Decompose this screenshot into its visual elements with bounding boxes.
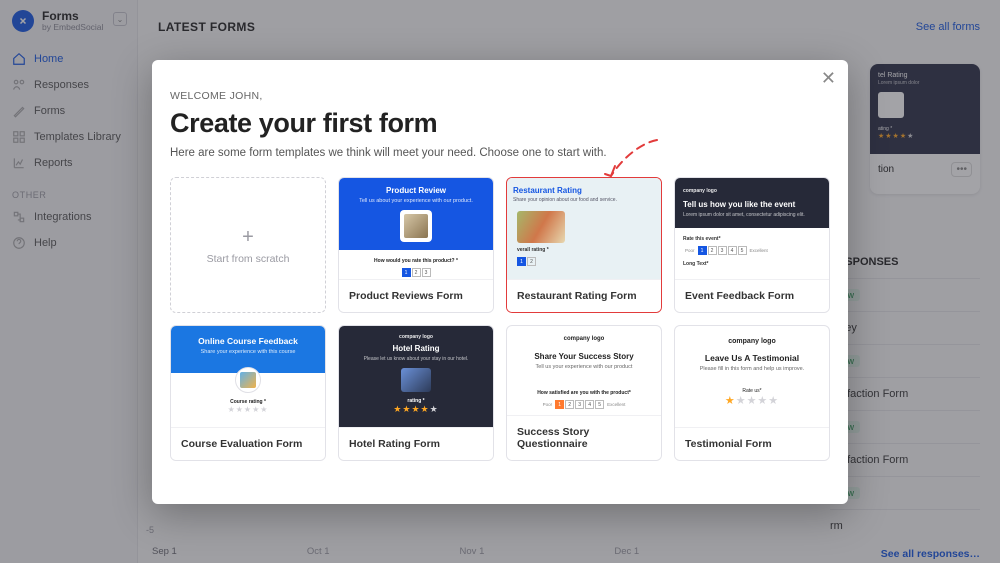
template-label: Restaurant Rating Form (507, 279, 661, 312)
template-scratch[interactable]: + Start from scratch (170, 177, 326, 313)
template-label: Hotel Rating Form (339, 427, 493, 460)
template-event-feedback[interactable]: company logo Tell us how you like the ev… (674, 177, 830, 313)
food-image-icon (517, 211, 565, 243)
course-image-icon (235, 367, 261, 393)
template-label: Event Feedback Form (675, 279, 829, 312)
template-label: Success Story Questionnaire (507, 415, 661, 460)
template-label: Testimonial Form (675, 427, 829, 460)
template-restaurant-rating[interactable]: Restaurant Rating Share your opinion abo… (506, 177, 662, 313)
template-testimonial[interactable]: company logo Leave Us A Testimonial Plea… (674, 325, 830, 461)
onboarding-modal: ✕ WELCOME JOHN, Create your first form H… (152, 60, 848, 504)
template-label: Start from scratch (207, 253, 290, 265)
hotel-image-icon (401, 368, 431, 392)
template-label: Product Reviews Form (339, 279, 493, 312)
modal-title: Create your first form (170, 108, 830, 139)
template-hotel-rating[interactable]: company logo Hotel Rating Please let us … (338, 325, 494, 461)
template-grid: + Start from scratch Product Review Tell… (170, 177, 830, 461)
plus-icon: + (242, 226, 254, 249)
template-product-reviews[interactable]: Product Review Tell us about your experi… (338, 177, 494, 313)
template-success-story[interactable]: company logo Share Your Success Story Te… (506, 325, 662, 461)
modal-subtitle: Here are some form templates we think wi… (170, 147, 830, 159)
close-icon[interactable]: ✕ (821, 68, 836, 89)
welcome-text: WELCOME JOHN, (170, 90, 830, 102)
template-label: Course Evaluation Form (171, 427, 325, 460)
product-image-icon (400, 210, 432, 242)
template-course-evaluation[interactable]: Online Course Feedback Share your experi… (170, 325, 326, 461)
callout-arrow-icon (597, 134, 667, 194)
